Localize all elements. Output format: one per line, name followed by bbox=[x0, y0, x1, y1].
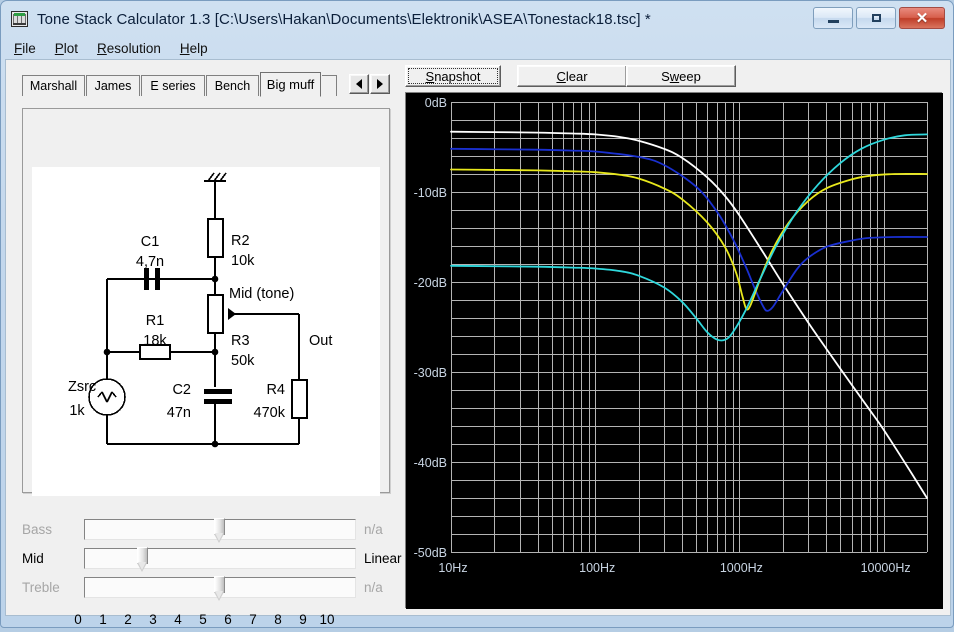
menu-bar: File Plot Resolution Help bbox=[2, 37, 952, 59]
scale-tick-1: 1 bbox=[99, 612, 107, 627]
x-tick-label: 1000Hz bbox=[720, 561, 763, 575]
menu-item-help[interactable]: Help bbox=[180, 41, 208, 56]
x-tick-label: 10000Hz bbox=[861, 561, 911, 575]
y-tick-label: -50dB bbox=[414, 546, 447, 560]
tab-filler bbox=[322, 75, 337, 96]
tab-marshall[interactable]: Marshall bbox=[22, 75, 85, 96]
slider-row-treble: Treble n/a bbox=[22, 576, 422, 604]
minimize-icon bbox=[827, 20, 839, 23]
scale-tick-3: 3 bbox=[149, 612, 157, 627]
slider-row-mid: Mid Linear bbox=[22, 547, 422, 575]
schematic-label-c2-val: 47n bbox=[167, 405, 191, 421]
minimize-button[interactable] bbox=[813, 7, 853, 29]
slider-track-mid[interactable] bbox=[84, 547, 356, 572]
schematic-label-r4-val: 470k bbox=[254, 405, 286, 421]
y-tick-label: -30dB bbox=[414, 366, 447, 380]
schematic-label-out: Out bbox=[309, 333, 332, 349]
scale-tick-10: 10 bbox=[319, 612, 335, 627]
close-button[interactable]: ✕ bbox=[899, 7, 945, 29]
slider-scale: 0 1 2 3 4 5 6 7 8 9 10 bbox=[68, 612, 346, 632]
schematic-label-zsrc-val: 1k bbox=[69, 403, 85, 419]
schematic-label-r1-val: 18k bbox=[143, 333, 167, 349]
y-tick-label: -40dB bbox=[414, 456, 447, 470]
tab-scroll-next-button[interactable] bbox=[370, 74, 390, 94]
close-icon: ✕ bbox=[915, 9, 929, 27]
sweep-button[interactable]: Sweep bbox=[626, 65, 736, 87]
scale-tick-4: 4 bbox=[174, 612, 182, 627]
tab-label: James bbox=[94, 79, 132, 93]
scale-tick-8: 8 bbox=[274, 612, 282, 627]
left-arrow-icon bbox=[356, 79, 362, 89]
slider-value-treble: n/a bbox=[364, 580, 383, 595]
tab-bench[interactable]: Bench bbox=[206, 75, 259, 96]
y-tick-label: 0dB bbox=[425, 96, 447, 110]
schematic-drawing: C1 4,7n R2 10k R1 18k R3 50k Mid (tone) … bbox=[68, 172, 332, 448]
tab-strip: Marshall James E series Bench Big muff bbox=[22, 72, 390, 97]
slider-track-treble[interactable] bbox=[84, 576, 356, 601]
menu-item-resolution[interactable]: Resolution bbox=[97, 41, 161, 56]
schematic-label-r2-ref: R2 bbox=[231, 233, 250, 249]
slider-label-bass: Bass bbox=[22, 522, 53, 537]
snapshot-button-label: Snapshot bbox=[425, 68, 481, 84]
application-window: Tone Stack Calculator 1.3 [C:\Users\Haka… bbox=[0, 0, 954, 628]
scale-tick-6: 6 bbox=[224, 612, 232, 627]
menu-item-plot[interactable]: Plot bbox=[55, 41, 78, 56]
plot-svg: 0dB -10dB -20dB -30dB -40dB -50dB10Hz 100Hz 100… bbox=[406, 93, 943, 609]
schematic-label-r2-val: 10k bbox=[231, 253, 255, 269]
schematic-label-c1-ref: C1 bbox=[141, 234, 160, 250]
schematic-label-c2-ref: C2 bbox=[172, 382, 191, 398]
schematic-label-r4-ref: R4 bbox=[266, 382, 285, 398]
tab-scroll-buttons bbox=[348, 74, 390, 94]
scale-tick-2: 2 bbox=[124, 612, 132, 627]
slider-thumb-mid[interactable] bbox=[137, 547, 148, 573]
tab-big-muff[interactable]: Big muff bbox=[260, 72, 321, 97]
snapshot-button[interactable]: Snapshot bbox=[405, 65, 501, 87]
slider-row-bass: Bass n/a bbox=[22, 518, 422, 546]
schematic-label-r3-val: 50k bbox=[231, 353, 255, 369]
x-tick-label: 10Hz bbox=[438, 561, 467, 575]
y-tick-label: -10dB bbox=[414, 186, 447, 200]
tab-label: E series bbox=[150, 79, 196, 93]
schematic-label-zsrc-ref: Zsrc bbox=[68, 379, 96, 395]
scale-tick-9: 9 bbox=[299, 612, 307, 627]
maximize-button[interactable] bbox=[856, 7, 896, 29]
slider-value-bass: n/a bbox=[364, 522, 383, 537]
menu-item-file[interactable]: File bbox=[14, 41, 36, 56]
schematic-label-r1-ref: R1 bbox=[146, 313, 165, 329]
scale-tick-5: 5 bbox=[199, 612, 207, 627]
slider-thumb-treble[interactable] bbox=[214, 576, 225, 602]
scale-tick-0: 0 bbox=[74, 612, 82, 627]
tab-james[interactable]: James bbox=[86, 75, 140, 96]
client-area: Marshall James E series Bench Big muff C… bbox=[5, 59, 951, 627]
maximize-icon bbox=[871, 14, 881, 22]
window-controls: ✕ bbox=[813, 7, 945, 29]
tab-label: Marshall bbox=[29, 79, 78, 93]
y-tick-label: -20dB bbox=[414, 276, 447, 290]
scale-tick-7: 7 bbox=[249, 612, 257, 627]
schematic-label-r3-ref: R3 bbox=[231, 333, 250, 349]
slider-thumb-bass[interactable] bbox=[214, 518, 225, 544]
tab-label: Bench bbox=[214, 79, 251, 93]
right-arrow-icon bbox=[377, 79, 383, 89]
slider-label-mid: Mid bbox=[22, 551, 44, 566]
x-tick-label: 100Hz bbox=[579, 561, 615, 575]
schematic-label-c1-val: 4,7n bbox=[136, 254, 164, 270]
tab-label: Big muff bbox=[266, 77, 315, 92]
window-title: Tone Stack Calculator 1.3 [C:\Users\Haka… bbox=[37, 10, 651, 28]
sweep-button-label: Sweep bbox=[661, 68, 701, 84]
tone-stack-app-icon bbox=[10, 10, 30, 28]
clear-button[interactable]: Clear bbox=[517, 65, 627, 87]
slider-label-treble: Treble bbox=[22, 580, 60, 595]
schematic-panel: C1 4,7n R2 10k R1 18k R3 50k Mid (tone) … bbox=[22, 108, 390, 496]
frequency-response-plot[interactable]: 0dB -10dB -20dB -30dB -40dB -50dB 10Hz 100Hz 100… bbox=[405, 92, 943, 609]
tab-e-series[interactable]: E series bbox=[141, 75, 205, 96]
clear-button-label: Clear bbox=[556, 68, 588, 84]
tab-scroll-prev-button[interactable] bbox=[349, 74, 369, 94]
slider-track-bass[interactable] bbox=[84, 518, 356, 543]
schematic-label-mid-tone: Mid (tone) bbox=[229, 286, 294, 302]
title-bar[interactable]: Tone Stack Calculator 1.3 [C:\Users\Haka… bbox=[1, 1, 953, 37]
slider-value-mid: Linear bbox=[364, 551, 402, 566]
